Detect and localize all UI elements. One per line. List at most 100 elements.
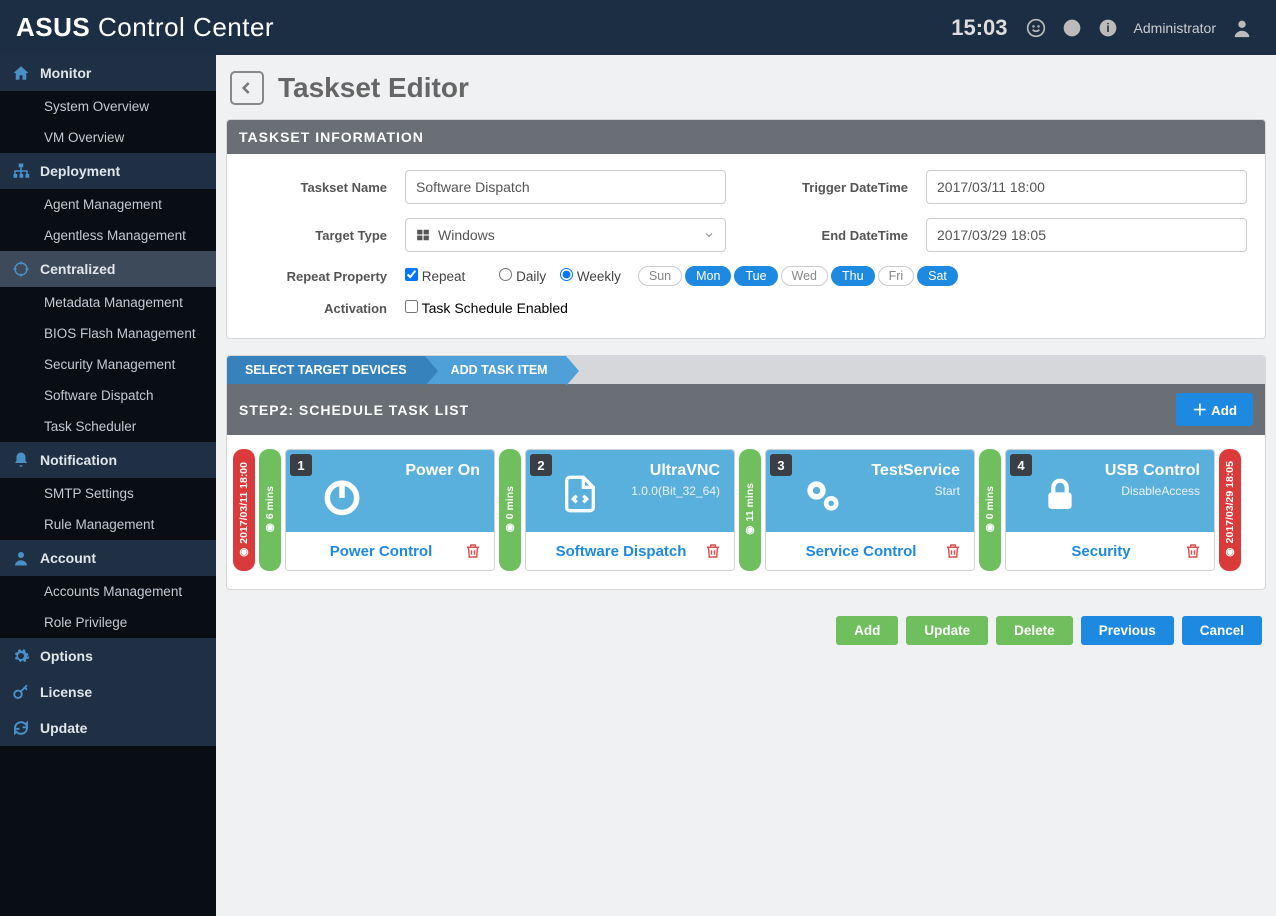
- wizard-tabs: SELECT TARGET DEVICES ADD TASK ITEM: [227, 356, 1265, 384]
- trigger-datetime-label: Trigger DateTime: [766, 180, 926, 195]
- sidebar-item-metadata-management[interactable]: Metadata Management: [0, 287, 216, 318]
- wizard-tab-select-devices[interactable]: SELECT TARGET DEVICES: [227, 356, 425, 384]
- sidebar-item-accounts-management[interactable]: Accounts Management: [0, 576, 216, 607]
- sidebar: MonitorSystem OverviewVM OverviewDeploym…: [0, 55, 216, 916]
- gap-marker: ◉ 6 mins: [259, 449, 281, 571]
- username[interactable]: Administrator: [1134, 20, 1216, 36]
- task-card-category: Power Control: [298, 543, 464, 560]
- end-datetime-input[interactable]: [926, 218, 1247, 252]
- day-pill-mon[interactable]: Mon: [685, 266, 731, 286]
- info-icon[interactable]: i: [1095, 15, 1121, 41]
- brand: ASUS Control Center: [16, 12, 274, 43]
- activation-label: Activation: [245, 301, 405, 316]
- day-pill-sat[interactable]: Sat: [917, 266, 958, 286]
- day-pill-fri[interactable]: Fri: [878, 266, 915, 286]
- sidebar-section-account[interactable]: Account: [0, 540, 216, 576]
- taskset-info-panel: TASKSET INFORMATION Taskset Name Trigger…: [226, 119, 1266, 339]
- sidebar-section-license[interactable]: License: [0, 674, 216, 710]
- sidebar-item-system-overview[interactable]: System Overview: [0, 91, 216, 122]
- task-card-number: 1: [290, 454, 312, 476]
- repeat-checkbox[interactable]: Repeat: [405, 268, 465, 284]
- chevron-down-icon: [703, 229, 715, 241]
- topbar: ASUS Control Center 15:03 i Administrato…: [0, 0, 1276, 55]
- task-card-4[interactable]: 4USB ControlDisableAccessSecurity: [1005, 449, 1215, 571]
- add-task-button[interactable]: ＋ Add: [1176, 393, 1253, 426]
- delete-task-icon[interactable]: [1184, 542, 1202, 560]
- gap-marker: ◉ 0 mins: [979, 449, 1001, 571]
- user-icon[interactable]: [1229, 15, 1255, 41]
- taskset-name-input[interactable]: [405, 170, 726, 204]
- sidebar-item-agent-management[interactable]: Agent Management: [0, 189, 216, 220]
- delete-task-icon[interactable]: [704, 542, 722, 560]
- power-icon: [320, 474, 364, 518]
- sidebar-item-rule-management[interactable]: Rule Management: [0, 509, 216, 540]
- repeat-property-label: Repeat Property: [245, 269, 405, 284]
- task-card-number: 4: [1010, 454, 1032, 476]
- task-list-panel: SELECT TARGET DEVICES ADD TASK ITEM STEP…: [226, 355, 1266, 590]
- page-title: Taskset Editor: [278, 72, 469, 104]
- sidebar-item-task-scheduler[interactable]: Task Scheduler: [0, 411, 216, 442]
- gap-marker: ◉ 11 mins: [739, 449, 761, 571]
- panel-title: TASKSET INFORMATION: [227, 120, 1265, 154]
- footer-delete-button[interactable]: Delete: [996, 616, 1073, 645]
- smile-icon[interactable]: [1023, 15, 1049, 41]
- clock: 15:03: [951, 15, 1007, 41]
- footer-update-button[interactable]: Update: [906, 616, 988, 645]
- task-card-number: 3: [770, 454, 792, 476]
- end-datetime-label: End DateTime: [766, 228, 926, 243]
- sidebar-item-software-dispatch[interactable]: Software Dispatch: [0, 380, 216, 411]
- sidebar-section-deployment[interactable]: Deployment: [0, 153, 216, 189]
- target-type-value: Windows: [438, 227, 495, 243]
- day-pill-thu[interactable]: Thu: [831, 266, 875, 286]
- activation-checkbox[interactable]: Task Schedule Enabled: [405, 300, 568, 316]
- task-card-category: Service Control: [778, 543, 944, 560]
- task-card-number: 2: [530, 454, 552, 476]
- brand-prefix: ASUS: [16, 12, 90, 42]
- daily-radio[interactable]: Daily: [499, 268, 546, 284]
- sidebar-item-smtp-settings[interactable]: SMTP Settings: [0, 478, 216, 509]
- lock-icon: [1040, 474, 1080, 514]
- delete-task-icon[interactable]: [944, 542, 962, 560]
- sidebar-item-security-management[interactable]: Security Management: [0, 349, 216, 380]
- windows-icon: [416, 228, 430, 242]
- footer-add-button[interactable]: Add: [836, 616, 898, 645]
- task-card-2[interactable]: 2UltraVNC1.0.0(Bit_32_64)Software Dispat…: [525, 449, 735, 571]
- sidebar-section-monitor[interactable]: Monitor: [0, 55, 216, 91]
- sidebar-section-options[interactable]: Options: [0, 638, 216, 674]
- gap-marker: ◉ 0 mins: [499, 449, 521, 571]
- target-type-select[interactable]: Windows: [405, 218, 726, 252]
- footer-buttons: Add Update Delete Previous Cancel: [226, 606, 1266, 649]
- brand-main: Control: [98, 12, 185, 42]
- task-card-1[interactable]: 1Power OnPower Control: [285, 449, 495, 571]
- svg-text:i: i: [1106, 22, 1109, 35]
- sidebar-item-vm-overview[interactable]: VM Overview: [0, 122, 216, 153]
- footer-previous-button[interactable]: Previous: [1081, 616, 1174, 645]
- day-pill-tue[interactable]: Tue: [734, 266, 777, 286]
- day-pill-sun[interactable]: Sun: [638, 266, 682, 286]
- globe-icon[interactable]: [1059, 15, 1085, 41]
- day-pill-wed[interactable]: Wed: [781, 266, 828, 286]
- sidebar-section-centralized[interactable]: Centralized: [0, 251, 216, 287]
- task-strip: ◉ 2017/03/11 18:00◉ 6 mins1Power OnPower…: [227, 435, 1265, 589]
- back-button[interactable]: [230, 71, 264, 105]
- sidebar-section-update[interactable]: Update: [0, 710, 216, 746]
- task-card-3[interactable]: 3TestServiceStartService Control: [765, 449, 975, 571]
- time-marker: ◉ 2017/03/29 18:05: [1219, 449, 1241, 571]
- taskset-name-label: Taskset Name: [245, 180, 405, 195]
- task-card-category: Security: [1018, 543, 1184, 560]
- step-title: STEP2: SCHEDULE TASK LIST: [239, 402, 469, 418]
- delete-task-icon[interactable]: [464, 542, 482, 560]
- sidebar-item-agentless-management[interactable]: Agentless Management: [0, 220, 216, 251]
- weekly-radio[interactable]: Weekly: [560, 268, 621, 284]
- footer-cancel-button[interactable]: Cancel: [1182, 616, 1262, 645]
- task-card-category: Software Dispatch: [538, 543, 704, 560]
- target-type-label: Target Type: [245, 228, 405, 243]
- sidebar-item-role-privilege[interactable]: Role Privilege: [0, 607, 216, 638]
- sidebar-section-notification[interactable]: Notification: [0, 442, 216, 478]
- trigger-datetime-input[interactable]: [926, 170, 1247, 204]
- gears-icon: [800, 474, 844, 518]
- wizard-tab-add-task-item[interactable]: ADD TASK ITEM: [425, 356, 566, 384]
- sidebar-item-bios-flash-management[interactable]: BIOS Flash Management: [0, 318, 216, 349]
- code-icon: [560, 474, 600, 514]
- time-marker: ◉ 2017/03/11 18:00: [233, 449, 255, 571]
